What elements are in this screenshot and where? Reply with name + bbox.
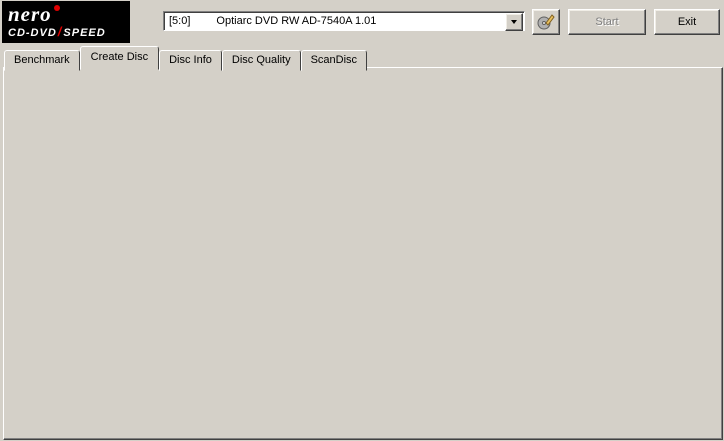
red-slash-icon: /: [58, 24, 63, 39]
exit-button[interactable]: Exit: [654, 9, 720, 35]
tab-disc-info[interactable]: Disc Info: [159, 50, 222, 71]
hand-writing-icon: [537, 14, 555, 30]
create-disc-tab-page: [3, 67, 723, 440]
write-test-tool-button[interactable]: [532, 9, 560, 35]
nero-logo-wordmark: nero: [8, 3, 124, 25]
tab-disc-quality[interactable]: Disc Quality: [222, 50, 301, 71]
tab-benchmark[interactable]: Benchmark: [4, 50, 80, 71]
tab-scandisc[interactable]: ScanDisc: [301, 50, 367, 71]
drive-select-combo[interactable]: [5:0]Optiarc DVD RW AD-7540A 1.01: [163, 11, 525, 31]
tab-create-disc[interactable]: Create Disc: [80, 46, 159, 70]
nero-cd-dvd-speed-window: nero CD-DVD/SPEED [5:0]Optiarc DVD RW AD…: [0, 0, 724, 441]
nero-logo-red-dot-icon: [54, 5, 60, 11]
chevron-down-icon: [511, 20, 517, 24]
drive-select-dropdown-button[interactable]: [505, 13, 523, 31]
drive-select-text: [5:0]Optiarc DVD RW AD-7540A 1.01: [169, 15, 376, 27]
start-button[interactable]: Start: [568, 9, 646, 35]
tab-bar: Benchmark Create Disc Disc Info Disc Qua…: [4, 46, 367, 70]
nero-logo-tagline: CD-DVD/SPEED: [8, 25, 124, 40]
nero-logo: nero CD-DVD/SPEED: [2, 1, 130, 43]
